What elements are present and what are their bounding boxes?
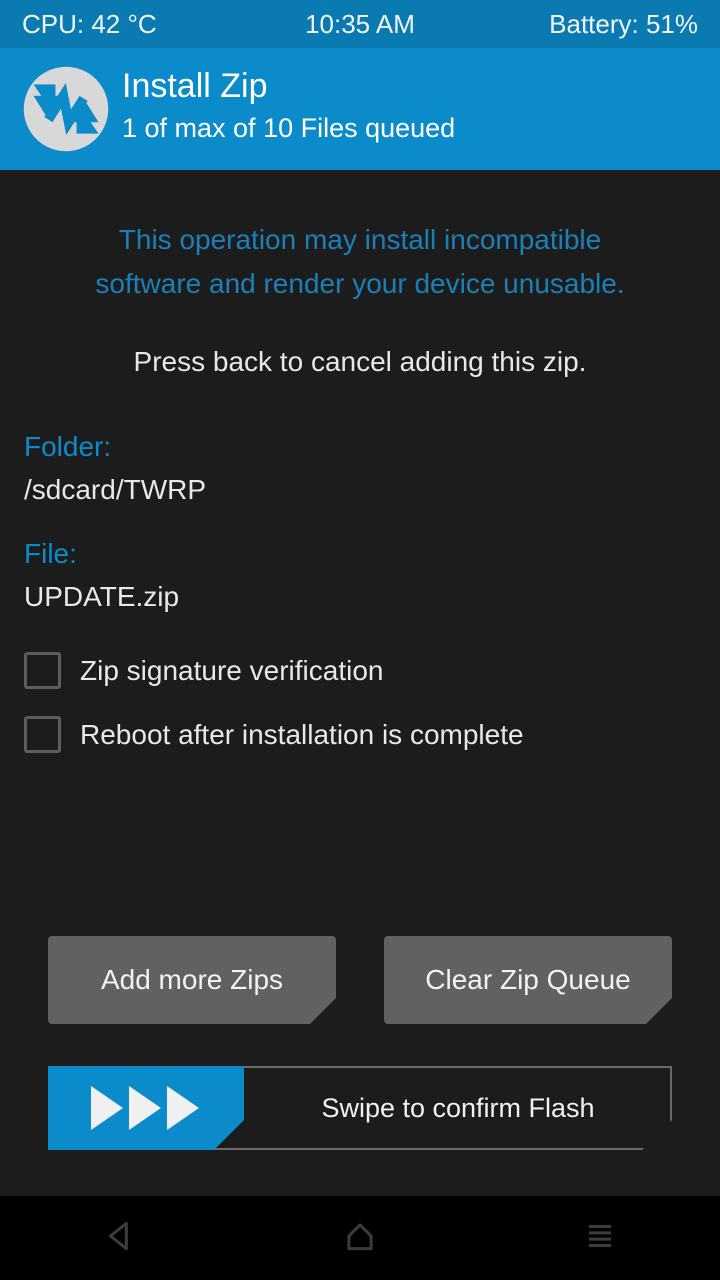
file-value: UPDATE.zip <box>24 581 180 612</box>
play-arrow-icon <box>91 1086 123 1130</box>
clear-zip-queue-button[interactable]: Clear Zip Queue <box>384 936 672 1024</box>
nav-back-button[interactable] <box>0 1196 240 1280</box>
page-title: Install Zip <box>122 67 268 105</box>
play-arrow-icon <box>167 1086 199 1130</box>
main-content: This operation may install incompatible … <box>0 170 720 1196</box>
folder-value: /sdcard/TWRP <box>24 474 207 505</box>
nav-home-button[interactable] <box>240 1196 480 1280</box>
status-bar: CPU: 42 °C 10:35 AM Battery: 51% <box>0 0 720 48</box>
back-triangle-icon <box>101 1217 139 1260</box>
warning-line-2: software and render your device unusable… <box>95 268 625 299</box>
nav-menu-button[interactable] <box>480 1196 720 1280</box>
swipe-to-confirm-flash[interactable]: Swipe to confirm Flash <box>48 1066 672 1150</box>
checkbox-label-zip-signature-verification: Zip signature verification <box>80 654 384 686</box>
warning-message: This operation may install incompatible … <box>0 218 720 306</box>
twrp-logo-icon <box>22 65 110 153</box>
checkbox-label-reboot-after-installation: Reboot after installation is complete <box>80 718 524 750</box>
swipe-slider-handle[interactable] <box>48 1066 244 1150</box>
queue-status: 1 of max of 10 Files queued <box>122 113 456 143</box>
android-navigation-bar <box>0 1196 720 1280</box>
swipe-instruction-label: Swipe to confirm Flash <box>321 1092 595 1123</box>
checkbox-zip-signature-verification[interactable] <box>24 652 61 689</box>
checkbox-reboot-after-installation[interactable] <box>24 716 61 753</box>
file-label: File: <box>24 538 77 569</box>
menu-lines-icon <box>581 1217 619 1260</box>
checkbox-row-reboot-after-installation[interactable]: Reboot after installation is complete <box>24 716 524 753</box>
warning-line-1: This operation may install incompatible <box>118 224 602 255</box>
page-header: Install Zip 1 of max of 10 Files queued <box>0 48 720 170</box>
add-more-zips-button[interactable]: Add more Zips <box>48 936 336 1024</box>
folder-label: Folder: <box>24 431 112 462</box>
play-arrow-icon <box>129 1086 161 1130</box>
home-icon <box>341 1217 379 1260</box>
header-text-block: Install Zip 1 of max of 10 Files queued <box>122 64 455 148</box>
battery-label: Battery: 51% <box>549 8 698 39</box>
instruction-message: Press back to cancel adding this zip. <box>133 346 587 377</box>
checkbox-row-zip-signature-verification[interactable]: Zip signature verification <box>24 652 383 689</box>
